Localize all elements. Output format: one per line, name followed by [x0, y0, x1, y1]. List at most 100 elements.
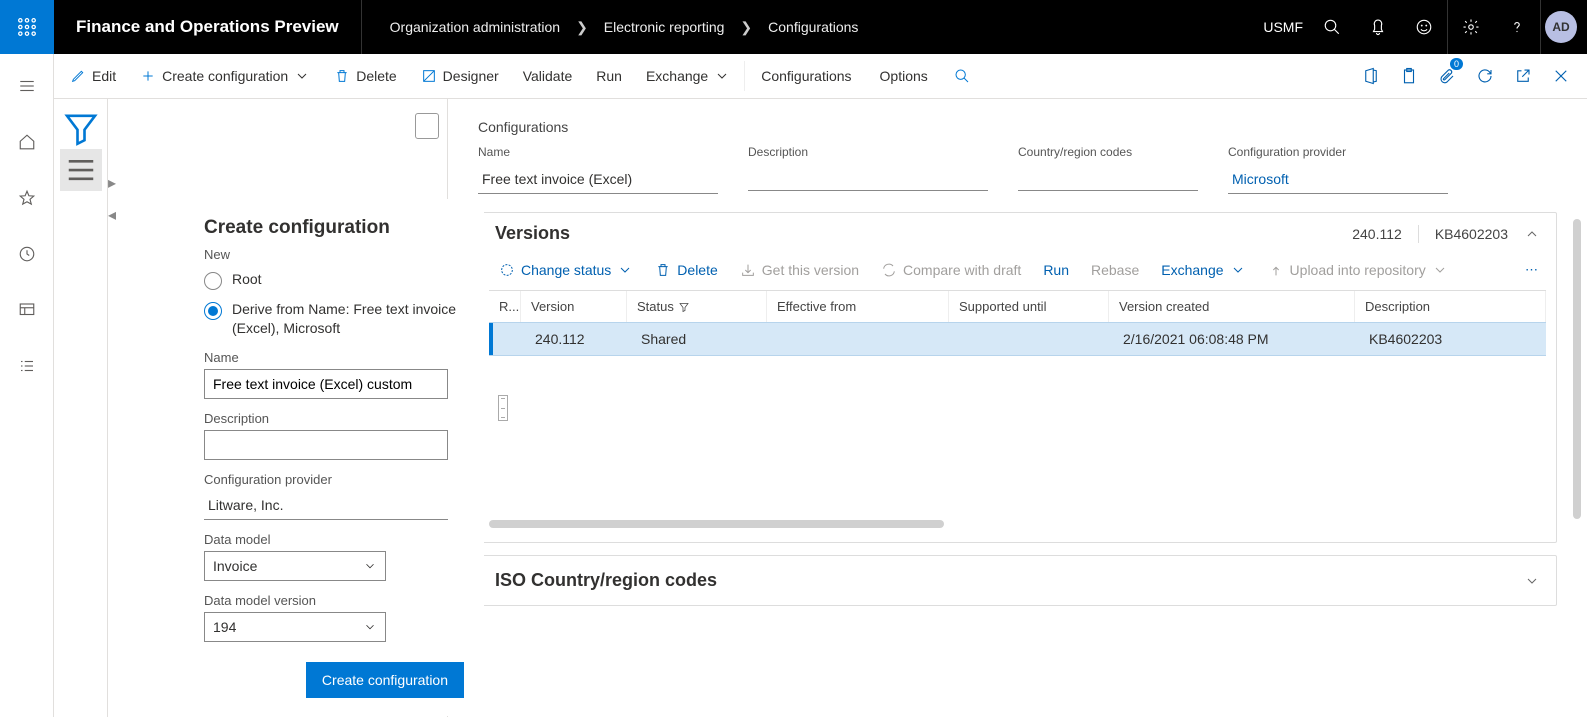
chevron-right-icon: ❯ [566, 19, 598, 36]
home-icon[interactable] [0, 124, 54, 160]
column-header[interactable]: Description [1355, 291, 1546, 322]
create-config-button[interactable]: Create configuration [128, 54, 322, 99]
change-status-button[interactable]: Change status [489, 258, 643, 282]
edit-button[interactable]: Edit [58, 54, 128, 99]
company-code[interactable]: USMF [1263, 19, 1309, 35]
clipboard-icon[interactable] [1391, 54, 1427, 99]
chevron-down-icon[interactable] [1524, 573, 1540, 589]
dm-version-select[interactable]: 194 [204, 612, 386, 642]
avatar[interactable]: AD [1545, 11, 1577, 43]
tree-expand-icon[interactable]: ▸ [108, 173, 130, 193]
column-header[interactable]: Version created [1109, 291, 1355, 322]
filter-icon[interactable] [60, 107, 102, 149]
get-version-button[interactable]: Get this version [730, 258, 869, 282]
create-config-submit-button[interactable]: Create configuration [306, 662, 464, 698]
delete-button[interactable]: Delete [322, 54, 408, 99]
attachments-icon[interactable]: 0 [1429, 54, 1465, 99]
product-title: Finance and Operations Preview [54, 17, 361, 37]
exchange-menu[interactable]: Exchange [1151, 258, 1255, 282]
configurations-tab[interactable]: Configurations [747, 54, 865, 99]
download-icon [740, 262, 756, 278]
trash-icon [334, 68, 350, 84]
create-config-panel: Create configuration New Root Derive fro… [184, 199, 484, 716]
breadcrumb-item[interactable]: Configurations [768, 19, 858, 35]
breadcrumb-item[interactable]: Electronic reporting [604, 19, 725, 35]
rebase-button[interactable]: Rebase [1081, 258, 1149, 282]
trash-icon [655, 262, 671, 278]
tree-search-box[interactable] [415, 113, 439, 139]
star-icon[interactable] [0, 180, 54, 216]
dm-version-label: Data model version [204, 593, 464, 608]
description-label: Description [748, 145, 988, 159]
app-launcher-icon[interactable] [0, 0, 54, 54]
compare-button[interactable]: Compare with draft [871, 258, 1031, 282]
column-header[interactable]: R... [489, 291, 521, 322]
vertical-scrollbar[interactable] [1573, 219, 1581, 529]
help-icon[interactable] [1494, 0, 1540, 54]
iso-card: ISO Country/region codes [478, 555, 1557, 606]
radio-icon [204, 302, 222, 320]
column-header[interactable]: Version [521, 291, 627, 322]
codes-label: Country/region codes [1018, 145, 1198, 159]
plus-icon [140, 68, 156, 84]
delete-button[interactable]: Delete [645, 258, 727, 282]
run-button[interactable]: Run [584, 54, 634, 99]
more-icon[interactable]: ⋯ [1517, 262, 1546, 278]
column-header[interactable]: Supported until [949, 291, 1109, 322]
radio-root[interactable]: Root [204, 270, 464, 290]
table-row[interactable]: 240.112 Shared 2/16/2021 06:08:48 PM KB4… [489, 322, 1546, 356]
recent-icon[interactable] [0, 236, 54, 272]
action-bar: Edit Create configuration Delete Designe… [54, 54, 1587, 99]
section-title: Configurations [478, 119, 1557, 135]
workspace-icon[interactable] [0, 292, 54, 328]
summary-kb: KB4602203 [1435, 226, 1508, 242]
pencil-icon [70, 68, 86, 84]
run-button[interactable]: Run [1033, 258, 1079, 282]
gear-icon[interactable] [1448, 0, 1494, 54]
upload-button[interactable]: Upload into repository [1258, 258, 1458, 282]
provider-link[interactable]: Microsoft [1228, 167, 1448, 194]
hamburger-icon[interactable] [0, 68, 54, 104]
bell-icon[interactable] [1355, 0, 1401, 54]
options-tab[interactable]: Options [866, 54, 942, 99]
horizontal-scrollbar[interactable] [489, 520, 1546, 530]
chevron-down-icon [363, 620, 377, 634]
chevron-up-icon[interactable] [1524, 226, 1540, 242]
chevron-down-icon [617, 262, 633, 278]
summary-version: 240.112 [1352, 226, 1402, 242]
exchange-menu[interactable]: Exchange [634, 54, 742, 99]
breadcrumb: Organization administration ❯ Electronic… [362, 19, 887, 36]
popout-icon[interactable] [1505, 54, 1541, 99]
name-value[interactable]: Free text invoice (Excel) [478, 167, 718, 194]
column-header[interactable]: Effective from [767, 291, 949, 322]
column-header[interactable]: Status [627, 291, 767, 322]
actionbar-search-icon[interactable] [942, 54, 982, 99]
refresh-icon [881, 262, 897, 278]
search-icon[interactable] [1309, 0, 1355, 54]
smiley-icon[interactable] [1401, 0, 1447, 54]
list-icon[interactable] [60, 149, 102, 191]
modules-icon[interactable] [0, 348, 54, 384]
data-model-select[interactable]: Invoice [204, 551, 386, 581]
breadcrumb-item[interactable]: Organization administration [390, 19, 560, 35]
radio-derive[interactable]: Derive from Name: Free text invoice (Exc… [204, 300, 464, 338]
chevron-down-icon [363, 559, 377, 573]
validate-button[interactable]: Validate [511, 54, 585, 99]
status-icon [499, 262, 515, 278]
name-input[interactable] [204, 369, 448, 399]
description-input[interactable] [204, 430, 448, 460]
designer-icon [421, 68, 437, 84]
radio-icon [204, 272, 222, 290]
designer-button[interactable]: Designer [409, 54, 511, 99]
codes-value[interactable] [1018, 167, 1198, 191]
description-value[interactable] [748, 167, 988, 191]
office-icon[interactable] [1353, 54, 1389, 99]
top-header: Finance and Operations Preview Organizat… [0, 0, 1587, 54]
tool-strip [54, 99, 108, 717]
name-label: Name [204, 350, 464, 365]
splitter-handle[interactable] [498, 395, 508, 421]
tree-expand-icon[interactable]: ◂ [108, 205, 130, 225]
iso-title: ISO Country/region codes [495, 570, 717, 591]
refresh-icon[interactable] [1467, 54, 1503, 99]
close-icon[interactable] [1543, 54, 1579, 99]
